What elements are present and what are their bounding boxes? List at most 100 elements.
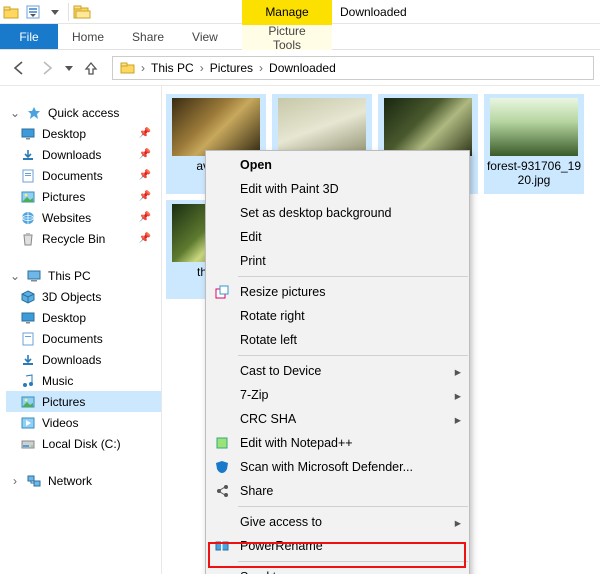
context-menu: Open Edit with Paint 3D Set as desktop b… (205, 150, 470, 574)
disk-icon (20, 436, 36, 452)
ctx-give-access-to[interactable]: Give access to▸ (206, 510, 469, 534)
separator (238, 276, 468, 277)
recent-locations-button[interactable] (62, 55, 76, 81)
ctx-rotate-left[interactable]: Rotate left (206, 328, 469, 352)
ctx-open[interactable]: Open (206, 153, 469, 177)
forward-button[interactable] (34, 55, 60, 81)
tab-home[interactable]: Home (58, 24, 118, 49)
thumbnail (490, 98, 578, 156)
ctx-send-to[interactable]: Send to▸ (206, 565, 469, 574)
ctx-scan-defender[interactable]: Scan with Microsoft Defender... (206, 455, 469, 479)
explorer-window: Manage Downloaded File Home Share View P… (0, 0, 600, 574)
nav-item-pictures[interactable]: Pictures (6, 391, 161, 412)
ctx-edit-notepadpp[interactable]: Edit with Notepad++ (206, 431, 469, 455)
nav-network[interactable]: › Network (6, 470, 161, 491)
nav-label: Videos (42, 416, 78, 430)
powerrename-icon (213, 537, 231, 555)
nav-item-documents[interactable]: Documents (6, 328, 161, 349)
nav-item-documents[interactable]: Documents 📌 (6, 165, 161, 186)
nav-item-music[interactable]: Music (6, 370, 161, 391)
nav-label: Pictures (42, 190, 85, 204)
breadcrumb-segment[interactable]: This PC (147, 61, 198, 75)
tab-view[interactable]: View (178, 24, 232, 49)
nav-label: Documents (42, 332, 103, 346)
nav-item-3d-objects[interactable]: 3D Objects (6, 286, 161, 307)
separator (238, 355, 468, 356)
tab-picture-tools[interactable]: Picture Tools (242, 24, 332, 50)
nav-item-desktop[interactable]: Desktop (6, 307, 161, 328)
pictures-icon (20, 189, 36, 205)
chevron-right-icon[interactable]: › (200, 61, 204, 75)
ctx-set-desktop-bg[interactable]: Set as desktop background (206, 201, 469, 225)
ctx-crc-sha[interactable]: CRC SHA▸ (206, 407, 469, 431)
nav-item-downloads[interactable]: Downloads (6, 349, 161, 370)
ctx-print[interactable]: Print (206, 249, 469, 273)
resize-icon (213, 283, 231, 301)
share-icon (213, 482, 231, 500)
downloads-icon (20, 147, 36, 163)
downloads-icon (20, 352, 36, 368)
separator (238, 561, 468, 562)
ctx-share[interactable]: Share (206, 479, 469, 503)
pin-icon: 📌 (139, 128, 151, 139)
nav-item-downloads[interactable]: Downloads📌 (6, 144, 161, 165)
documents-icon (20, 168, 36, 184)
collapse-icon[interactable]: ⌄ (10, 106, 20, 120)
ctx-rotate-right[interactable]: Rotate right (206, 304, 469, 328)
nav-item-recycle-bin[interactable]: Recycle Bin 📌 (6, 228, 161, 249)
divider (68, 3, 69, 21)
breadcrumb-segment[interactable]: Downloaded (265, 61, 340, 75)
breadcrumb-segment[interactable]: Pictures (206, 61, 257, 75)
ctx-7zip[interactable]: 7-Zip▸ (206, 383, 469, 407)
ctx-cast-to-device[interactable]: Cast to Device▸ (206, 359, 469, 383)
file-item[interactable]: forest-931706_1920.jpg (484, 94, 584, 194)
ctx-edit-paint3d[interactable]: Edit with Paint 3D (206, 177, 469, 201)
qat-dropdown-button[interactable] (44, 1, 66, 23)
network-icon (26, 473, 42, 489)
qat-properties-button[interactable] (22, 1, 44, 23)
title-bar: Manage Downloaded (0, 0, 600, 24)
computer-icon (26, 268, 42, 284)
chevron-right-icon: ▸ (455, 570, 461, 574)
navigation-bar: › This PC › Pictures › Downloaded (0, 50, 600, 86)
nav-item-websites[interactable]: Websites📌 (6, 207, 161, 228)
star-icon (26, 105, 42, 121)
nav-label: Documents (42, 169, 103, 183)
desktop-icon (20, 310, 36, 326)
nav-item-pictures[interactable]: Pictures 📌 (6, 186, 161, 207)
expand-icon[interactable]: › (10, 474, 20, 488)
contextual-tab-manage[interactable]: Manage (242, 0, 332, 24)
desktop-icon (20, 126, 36, 142)
thumbnail (278, 98, 366, 156)
thumbnail (384, 98, 472, 156)
address-bar[interactable]: › This PC › Pictures › Downloaded (112, 56, 594, 80)
chevron-right-icon[interactable]: › (259, 61, 263, 75)
up-button[interactable] (78, 55, 104, 81)
pin-icon: 📌 (139, 233, 151, 244)
back-button[interactable] (6, 55, 32, 81)
tab-share[interactable]: Share (118, 24, 178, 49)
collapse-icon[interactable]: ⌄ (10, 269, 20, 283)
nav-item-desktop[interactable]: Desktop📌 (6, 123, 161, 144)
chevron-right-icon[interactable]: › (141, 61, 145, 75)
nav-item-local-disk[interactable]: Local Disk (C:) (6, 433, 161, 454)
nav-item-videos[interactable]: Videos (6, 412, 161, 433)
pin-icon: 📌 (139, 170, 151, 181)
pin-icon: 📌 (139, 191, 151, 202)
ctx-powerrename[interactable]: PowerRename (206, 534, 469, 558)
notepadpp-icon (213, 434, 231, 452)
separator (238, 506, 468, 507)
chevron-right-icon: ▸ (455, 388, 461, 403)
nav-label: Recycle Bin (42, 232, 105, 246)
nav-label: Websites (42, 211, 91, 225)
ctx-edit[interactable]: Edit (206, 225, 469, 249)
nav-this-pc[interactable]: ⌄ This PC (6, 265, 161, 286)
ctx-resize-pictures[interactable]: Resize pictures (206, 280, 469, 304)
nav-quick-access[interactable]: ⌄ Quick access (6, 102, 161, 123)
thumbnail (172, 98, 260, 156)
nav-label: Quick access (48, 106, 119, 120)
chevron-right-icon: ▸ (455, 364, 461, 379)
folder-icon (117, 57, 139, 79)
tab-file[interactable]: File (0, 24, 58, 49)
nav-label: Local Disk (C:) (42, 437, 121, 451)
